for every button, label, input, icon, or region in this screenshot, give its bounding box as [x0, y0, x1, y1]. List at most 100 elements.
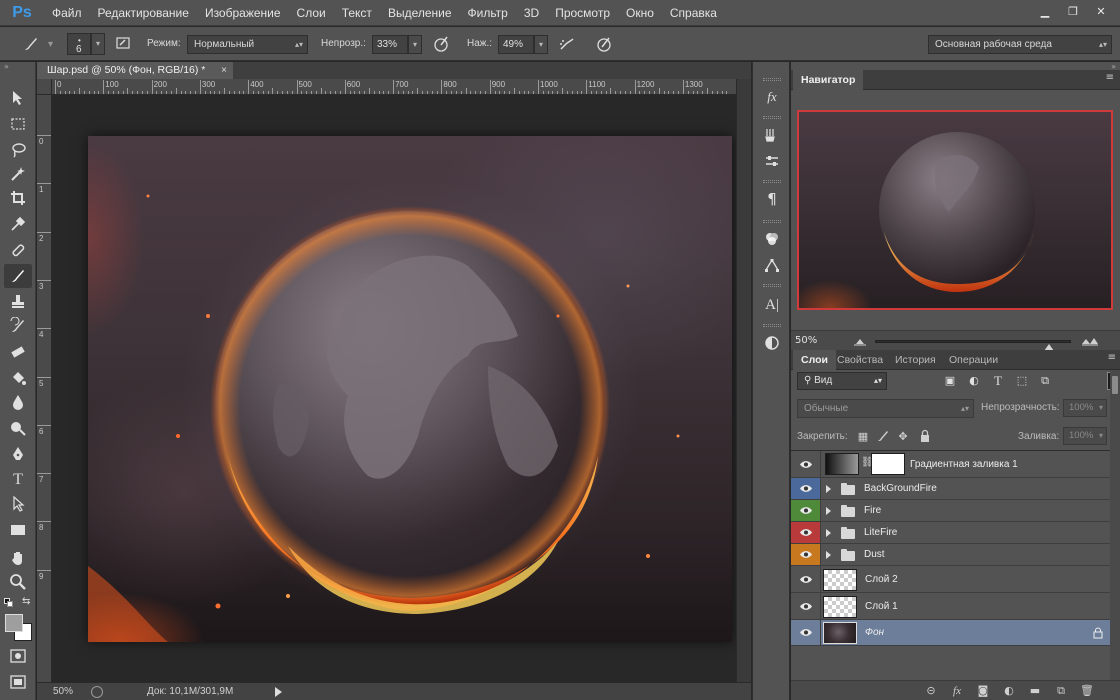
brush-panel-toggle-icon[interactable] — [112, 35, 134, 55]
close-button[interactable]: ✕ — [1088, 2, 1114, 20]
restore-button[interactable]: ❐ — [1060, 2, 1086, 20]
canvas-vertical-scrollbar[interactable] — [736, 79, 751, 682]
swap-colors-icon[interactable]: ⇆ — [22, 596, 30, 607]
visibility-eye-icon[interactable] — [791, 620, 821, 645]
layer-thumbnail[interactable] — [823, 568, 857, 591]
navigator-preview[interactable] — [797, 110, 1113, 310]
layer-mask-thumbnail[interactable] — [871, 453, 905, 475]
layer-filter-dropdown[interactable]: ⚲ Вид ▴▾ — [797, 372, 887, 390]
default-colors-icon[interactable] — [4, 598, 14, 608]
panel-menu-icon[interactable]: ≡ — [1108, 352, 1116, 363]
layer-row[interactable]: LiteFire — [791, 522, 1111, 544]
visibility-eye-icon[interactable] — [791, 544, 821, 565]
adjustments-icon[interactable] — [760, 332, 784, 354]
filter-type-icon[interactable]: T — [989, 372, 1007, 390]
gradient-fill-thumbnail[interactable] — [825, 453, 859, 475]
menu-3d[interactable]: 3D — [516, 0, 547, 26]
document-canvas[interactable] — [88, 136, 732, 642]
lock-image-pixels-icon[interactable] — [875, 429, 891, 445]
dodge-tool-icon[interactable] — [4, 416, 32, 440]
zoom-level[interactable]: 50% — [53, 686, 73, 697]
lock-transparent-pixels-icon[interactable]: ▦ — [855, 429, 871, 445]
brush-tool-icon[interactable] — [20, 35, 42, 55]
horizontal-ruler[interactable]: 0 100 200 300 400 500 600 700 800 900 1000 1100 1200… — [52, 79, 736, 95]
menu-edit[interactable]: Редактирование — [90, 0, 197, 26]
pen-tool-icon[interactable] — [4, 442, 32, 466]
layer-opacity-input[interactable]: 100% ▾ — [1063, 399, 1107, 417]
airbrush-icon[interactable] — [556, 35, 578, 55]
zoom-tool-icon[interactable] — [4, 570, 32, 594]
zoom-out-icon[interactable] — [853, 336, 867, 349]
dock-grip[interactable] — [763, 220, 781, 223]
visibility-eye-icon[interactable] — [791, 566, 821, 592]
new-group-icon[interactable]: ▬ — [1025, 682, 1045, 700]
brush-settings-icon[interactable] — [760, 150, 784, 172]
layer-row[interactable]: BackGroundFire — [791, 478, 1111, 500]
layer-thumbnail[interactable] — [823, 595, 857, 618]
layer-row[interactable]: Слой 2 — [791, 566, 1111, 593]
delete-layer-icon[interactable]: 🗑 — [1077, 682, 1097, 700]
document-tab[interactable]: Шар.psd @ 50% (Фон, RGB/16) * × — [37, 62, 233, 79]
zoom-slider[interactable] — [875, 340, 1071, 351]
styles-fx-icon[interactable]: fx — [760, 86, 784, 108]
collapse-panel-icon[interactable]: » — [4, 62, 9, 71]
channels-icon[interactable] — [760, 228, 784, 250]
layer-fill-input[interactable]: 100% ▾ — [1063, 427, 1107, 445]
menu-image[interactable]: Изображение — [197, 0, 289, 26]
opacity-input[interactable]: 33% — [372, 35, 408, 54]
menu-help[interactable]: Справка — [662, 0, 725, 26]
visibility-eye-icon[interactable] — [791, 451, 821, 477]
eyedropper-tool-icon[interactable] — [4, 212, 32, 236]
layer-row[interactable]: Фон — [791, 620, 1111, 646]
status-icon[interactable] — [91, 686, 103, 698]
vertical-ruler[interactable]: 0 1 2 3 4 5 6 7 8 9 — [37, 95, 52, 682]
new-adjustment-layer-icon[interactable]: ◐ — [999, 682, 1019, 700]
expand-group-icon[interactable] — [826, 507, 831, 515]
workspace-dropdown[interactable]: Основная рабочая среда ▴▾ — [928, 35, 1112, 54]
menu-select[interactable]: Выделение — [380, 0, 460, 26]
healing-brush-tool-icon[interactable] — [4, 238, 32, 262]
quick-mask-icon[interactable] — [4, 644, 32, 668]
history-brush-tool-icon[interactable] — [4, 314, 32, 338]
minimize-button[interactable]: ▁ — [1032, 2, 1058, 20]
tab-navigator[interactable]: Навигатор — [793, 70, 864, 90]
screen-mode-icon[interactable] — [4, 670, 32, 694]
tab-history[interactable]: История — [887, 350, 944, 370]
filter-shape-icon[interactable]: ⬚ — [1013, 372, 1031, 390]
status-menu-arrow-icon[interactable] — [275, 687, 282, 697]
crop-tool-icon[interactable] — [4, 186, 32, 210]
layers-scroll-thumb[interactable] — [1112, 376, 1118, 394]
marquee-tool-icon[interactable] — [4, 112, 32, 136]
rectangle-tool-icon[interactable] — [4, 518, 32, 542]
panel-menu-icon[interactable]: ≡ — [1106, 72, 1114, 83]
dock-grip[interactable] — [763, 78, 781, 81]
character-icon[interactable]: A| — [760, 294, 784, 316]
expand-group-icon[interactable] — [826, 551, 831, 559]
add-layer-style-icon[interactable]: fx — [947, 682, 967, 700]
brush-picker-arrow[interactable]: ▾ — [91, 33, 105, 55]
blur-tool-icon[interactable] — [4, 390, 32, 414]
tool-preset-arrow-icon[interactable]: ▾ — [48, 35, 53, 55]
layers-scrollbar[interactable] — [1110, 370, 1120, 680]
layer-row[interactable]: Слой 1 — [791, 593, 1111, 620]
navigator-zoom-value[interactable]: 50% — [795, 335, 817, 346]
brush-size-picker[interactable]: • 6 — [67, 33, 91, 55]
dock-grip[interactable] — [763, 116, 781, 119]
filter-smart-object-icon[interactable]: ⧉ — [1036, 372, 1054, 390]
layer-thumbnail[interactable] — [823, 622, 857, 644]
layer-blend-mode-dropdown[interactable]: Обычные ▴▾ — [797, 399, 974, 418]
dock-grip[interactable] — [763, 284, 781, 287]
tab-actions[interactable]: Операции — [941, 350, 1006, 370]
paint-bucket-tool-icon[interactable] — [4, 366, 32, 390]
visibility-eye-icon[interactable] — [791, 593, 821, 619]
pressure-opacity-icon[interactable] — [430, 35, 452, 55]
flow-slider-arrow[interactable]: ▾ — [534, 35, 548, 54]
filter-pixel-icon[interactable]: ▣ — [941, 372, 959, 390]
collapse-panel-icon[interactable]: » — [1111, 62, 1116, 71]
brush-tool-active-icon[interactable] — [4, 264, 32, 288]
expand-group-icon[interactable] — [826, 485, 831, 493]
clone-stamp-tool-icon[interactable] — [4, 290, 32, 314]
menu-filter[interactable]: Фильтр — [460, 0, 516, 26]
close-tab-icon[interactable]: × — [221, 62, 227, 79]
tab-properties[interactable]: Свойства — [829, 350, 891, 370]
